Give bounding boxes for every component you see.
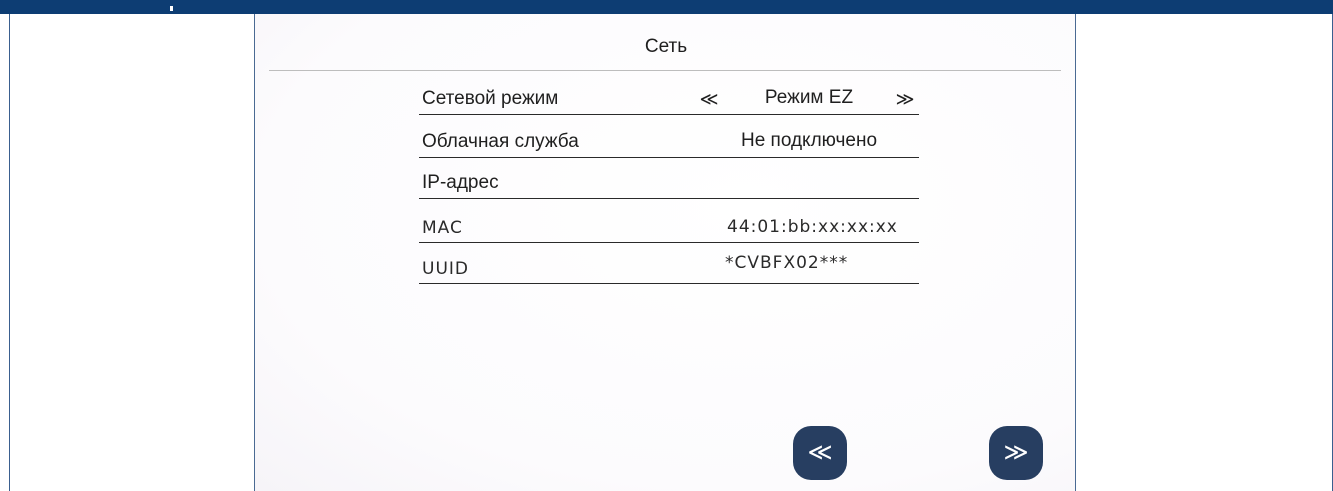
cloud-service-value: Не подключено: [740, 130, 878, 151]
network-settings-panel: Сеть Сетевой режим ≪ Режим EZ ≫ Облачная…: [254, 14, 1076, 491]
top-bar-marker: [170, 6, 173, 11]
page-title: Сеть: [644, 36, 688, 57]
uuid-value: *CVBFX02***: [725, 253, 849, 273]
frame-left-border: [9, 14, 10, 491]
title-divider: [269, 70, 1061, 71]
top-bar: [0, 0, 1333, 14]
network-mode-next-icon[interactable]: ≫: [893, 88, 917, 110]
uuid-row: UUID *CVBFX02***: [419, 241, 919, 284]
ip-address-row: IP-адрес: [419, 156, 919, 199]
network-mode-row: Сетевой режим ≪ Режим EZ ≫: [419, 72, 919, 115]
double-chevron-left-icon: ≪: [807, 439, 833, 466]
mac-label: MAC: [422, 218, 463, 238]
mac-value: 44:01:bb:xx:xx:xx: [727, 217, 898, 237]
cloud-service-label: Облачная служба: [422, 131, 579, 152]
next-page-button[interactable]: ≫: [989, 426, 1043, 480]
network-mode-label: Сетевой режим: [422, 88, 559, 109]
previous-page-button[interactable]: ≪: [793, 426, 847, 480]
uuid-label: UUID: [422, 259, 469, 279]
double-chevron-right-icon: ≫: [1003, 439, 1029, 466]
cloud-service-row: Облачная служба Не подключено: [419, 115, 919, 158]
network-mode-value: Режим EZ: [764, 87, 854, 108]
ip-address-label: IP-адрес: [422, 172, 499, 193]
network-mode-prev-icon[interactable]: ≪: [697, 88, 721, 110]
mac-row: MAC 44:01:bb:xx:xx:xx: [419, 200, 919, 243]
